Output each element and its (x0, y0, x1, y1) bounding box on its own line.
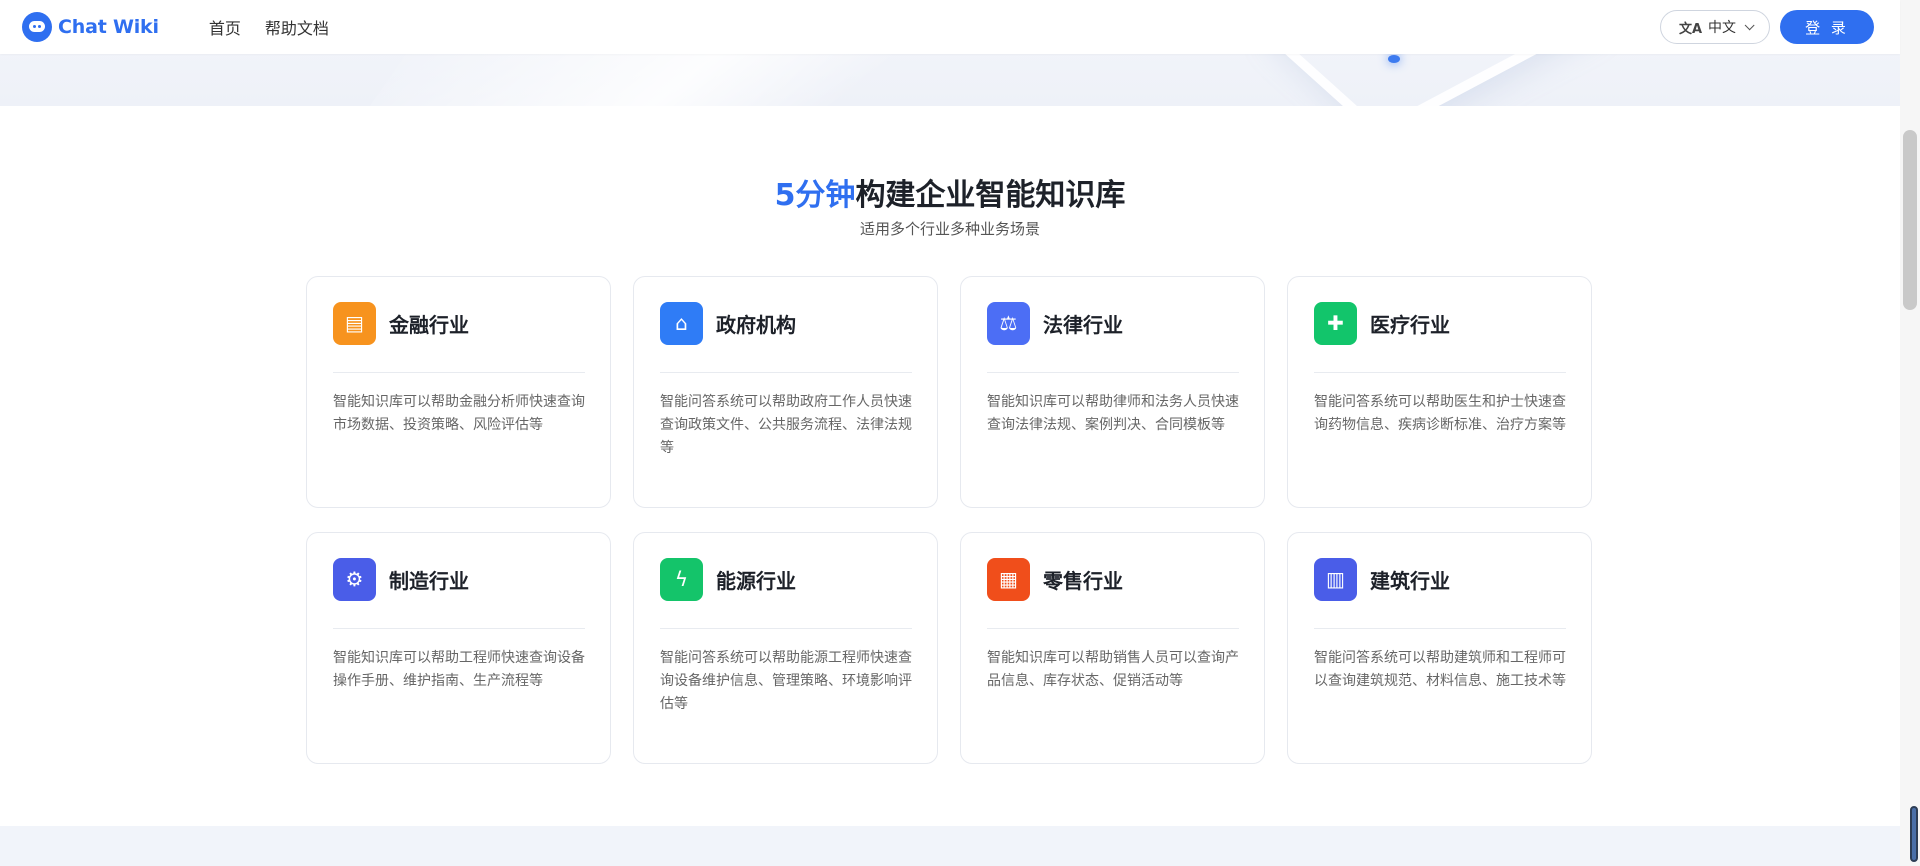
chatwiki-logo-icon (22, 12, 52, 42)
industry-card: ⚖ 法律行业智能知识库可以帮助律师和法务人员快速查询法律法规、案例判决、合同模板等 (960, 276, 1265, 508)
industry-card: ✚ 医疗行业智能问答系统可以帮助医生和护士快速查询药物信息、疾病诊断标准、治疗方案… (1287, 276, 1592, 508)
icon-glyph: ⚙ (345, 567, 364, 591)
card-header: ϟ 能源行业 (660, 557, 912, 601)
card-title: 金融行业 (389, 312, 469, 337)
card-header: ▥ 建筑行业 (1314, 557, 1566, 601)
robot-arm-icon: ⚙ (333, 557, 376, 601)
icon-glyph: ⚖ (999, 311, 1018, 335)
language-selector[interactable]: 文A 中文 (1660, 10, 1770, 44)
card-header: ▦ 零售行业 (987, 557, 1239, 601)
next-section-band (0, 826, 1900, 866)
section-title-highlight: 5分钟 (774, 178, 856, 213)
industry-cards-grid: ▤ 金融行业智能知识库可以帮助金融分析师快速查询市场数据、投资策略、风险评估等 ⌂ 政… (306, 276, 1593, 764)
icon-glyph: ▦ (999, 567, 1018, 591)
energy-bolt-icon: ϟ (660, 557, 703, 601)
card-header: ✚ 医疗行业 (1314, 301, 1566, 345)
card-description: 智能问答系统可以帮助建筑师和工程师可以查询建筑规范、材料信息、施工技术等 (1314, 650, 1566, 689)
industry-card: ▦ 零售行业智能知识库可以帮助销售人员可以查询产品信息、库存状态、促销活动等 (960, 532, 1265, 764)
government-building-icon: ⌂ (660, 301, 703, 345)
industry-card: ⌂ 政府机构智能问答系统可以帮助政府工作人员快速查询政策文件、公共服务流程、法律法… (633, 276, 938, 508)
card-description: 智能知识库可以帮助工程师快速查询设备操作手册、维护指南、生产流程等 (333, 650, 585, 689)
card-divider (333, 372, 585, 373)
card-description: 智能知识库可以帮助销售人员可以查询产品信息、库存状态、促销活动等 (987, 650, 1239, 689)
industry-card: ⚙ 制造行业智能知识库可以帮助工程师快速查询设备操作手册、维护指南、生产流程等 (306, 532, 611, 764)
nav-help-docs-link[interactable]: 帮助文档 (265, 15, 329, 39)
logo[interactable]: Chat Wiki (22, 12, 159, 42)
language-label: 中文 (1708, 20, 1737, 36)
scroll-widget-icon (1910, 806, 1918, 862)
section-title: 5分钟构建企业智能知识库 (0, 170, 1900, 214)
card-title: 零售行业 (1043, 568, 1123, 593)
card-divider (1314, 628, 1566, 629)
store-icon: ▦ (987, 557, 1030, 601)
top-header: Chat Wiki 首页 帮助文档 文A 中文 登 录 (0, 0, 1900, 54)
industry-card: ϟ 能源行业智能问答系统可以帮助能源工程师快速查询设备维护信息、管理策略、环境影响… (633, 532, 938, 764)
icon-glyph: ✚ (1327, 311, 1344, 335)
icon-glyph: ▥ (1326, 567, 1345, 591)
medical-kit-icon: ✚ (1314, 301, 1357, 345)
nav-home-link[interactable]: 首页 (209, 15, 241, 39)
translate-icon: 文A (1678, 21, 1703, 37)
card-divider (660, 628, 912, 629)
card-title: 政府机构 (716, 312, 796, 337)
card-title: 制造行业 (389, 568, 469, 593)
card-title: 法律行业 (1043, 312, 1123, 337)
login-button[interactable]: 登 录 (1780, 10, 1874, 44)
section-subtitle: 适用多个行业多种业务场景 (859, 220, 1040, 238)
card-description: 智能问答系统可以帮助医生和护士快速查询药物信息、疾病诊断标准、治疗方案等 (1314, 394, 1566, 433)
page-scrollbar[interactable] (1900, 0, 1920, 866)
icon-glyph: ⌂ (675, 311, 688, 335)
building-icon: ▥ (1314, 557, 1357, 601)
coins-icon: ▤ (333, 301, 376, 345)
card-title: 能源行业 (716, 568, 796, 593)
card-header: ⚖ 法律行业 (987, 301, 1239, 345)
card-header: ⌂ 政府机构 (660, 301, 912, 345)
card-divider (333, 628, 585, 629)
industry-card: ▥ 建筑行业智能问答系统可以帮助建筑师和工程师可以查询建筑规范、材料信息、施工技术… (1287, 532, 1592, 764)
hero-decoration-dot (1388, 55, 1400, 63)
card-divider (660, 372, 912, 373)
card-divider (987, 372, 1239, 373)
card-description: 智能问答系统可以帮助政府工作人员快速查询政策文件、公共服务流程、法律法规等 (660, 394, 912, 456)
icon-glyph: ϟ (674, 567, 689, 591)
card-header: ⚙ 制造行业 (333, 557, 585, 601)
icon-glyph: ▤ (345, 311, 364, 335)
industry-card: ▤ 金融行业智能知识库可以帮助金融分析师快速查询市场数据、投资策略、风险评估等 (306, 276, 611, 508)
scrollbar-thumb[interactable] (1903, 130, 1917, 310)
card-divider (987, 628, 1239, 629)
gavel-icon: ⚖ (987, 301, 1030, 345)
main-nav: 首页 帮助文档 (209, 15, 353, 39)
card-description: 智能知识库可以帮助律师和法务人员快速查询法律法规、案例判决、合同模板等 (987, 394, 1239, 433)
card-divider (1314, 372, 1566, 373)
card-header: ▤ 金融行业 (333, 301, 585, 345)
card-title: 建筑行业 (1370, 568, 1450, 593)
card-description: 智能知识库可以帮助金融分析师快速查询市场数据、投资策略、风险评估等 (333, 394, 585, 433)
card-title: 医疗行业 (1370, 312, 1450, 337)
card-description: 智能问答系统可以帮助能源工程师快速查询设备维护信息、管理策略、环境影响评估等 (660, 650, 912, 712)
header-actions: 文A 中文 登 录 (1660, 10, 1874, 44)
logo-text: Chat Wiki (58, 16, 159, 38)
section-title-rest: 构建企业智能知识库 (855, 178, 1126, 213)
chevron-down-icon (1744, 19, 1755, 30)
